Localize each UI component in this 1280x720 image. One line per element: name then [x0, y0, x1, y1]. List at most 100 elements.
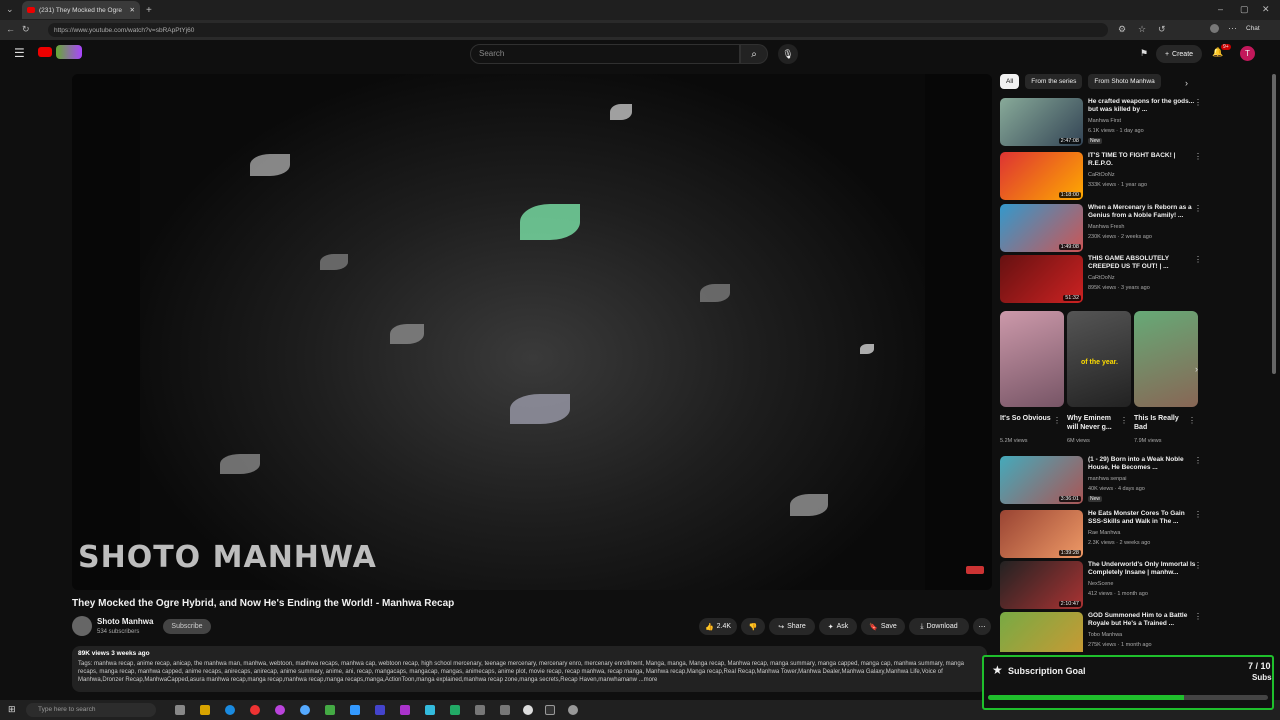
more-vertical-icon[interactable]: ⋮ [1194, 510, 1202, 519]
doodle-logo-icon[interactable] [56, 45, 82, 59]
short-thumbnail[interactable] [1134, 311, 1198, 407]
rec-meta: 6.1K views · 1 day ago [1088, 128, 1144, 134]
share-button[interactable]: ↪ Share [769, 618, 815, 635]
recommendation-item[interactable]: 2:47:08 He crafted weapons for the gods.… [1000, 98, 1210, 148]
profile-icon[interactable] [1210, 24, 1219, 33]
download-button[interactable]: ⤓ Download [909, 618, 969, 635]
chip-from-series[interactable]: From the series [1025, 74, 1083, 89]
rec-title: When a Mercenary is Reborn as a Genius f… [1088, 204, 1192, 220]
recommendation-item[interactable]: 2:10:47 The Underworld's Only Immortal I… [1000, 561, 1210, 611]
history-icon[interactable]: ↺ [1158, 24, 1166, 35]
more-vertical-icon[interactable]: ⋮ [1194, 98, 1202, 107]
app-icon[interactable] [523, 705, 533, 715]
youtube-logo-icon[interactable] [38, 47, 52, 57]
minimize-icon[interactable]: – [1218, 4, 1223, 14]
taskbar-search-input[interactable]: Type here to search [26, 703, 156, 717]
more-vertical-icon[interactable]: ⋮ [1120, 416, 1128, 425]
dislike-button[interactable]: 👎 [741, 618, 765, 635]
channel-brand-icon [966, 566, 984, 574]
chevron-right-icon[interactable]: › [1185, 78, 1188, 88]
recommendation-item[interactable]: GOD Summoned Him to a Battle Royale but … [1000, 612, 1210, 652]
star-icon: ★ [992, 663, 1003, 677]
extension-icon[interactable]: ⚙ [1118, 24, 1126, 35]
tab-menu-icon[interactable]: ⌄ [6, 4, 14, 15]
app-icon[interactable] [350, 705, 360, 715]
edge-browser-icon[interactable] [225, 705, 235, 715]
video-player[interactable] [72, 74, 992, 590]
description-tags: Tags: manhwa recap, anime recap, anicap,… [78, 660, 965, 683]
hamburger-menu-icon[interactable]: ☰ [14, 46, 25, 60]
like-button[interactable]: 👍 2.4K [699, 618, 737, 635]
recommendation-item[interactable]: 1:49:08 When a Mercenary is Reborn as a … [1000, 204, 1210, 254]
duration-badge: 2:47:08 [1058, 138, 1081, 144]
video-thumbnail: 1:18:00 [1000, 152, 1083, 200]
voice-search-button[interactable]: 🎙 [778, 44, 798, 64]
more-vertical-icon[interactable]: ⋮ [1194, 456, 1202, 465]
reload-icon[interactable]: ↻ [22, 24, 30, 35]
more-vertical-icon[interactable]: ⋮ [1194, 561, 1202, 570]
search-button[interactable]: ⌕ [740, 44, 768, 64]
more-icon[interactable]: ⋯ [1228, 23, 1237, 34]
back-icon[interactable]: ← [6, 24, 15, 34]
chat-button[interactable]: Chat [1246, 25, 1260, 32]
more-vertical-icon[interactable]: ⋮ [1194, 152, 1202, 161]
app-icon[interactable] [275, 705, 285, 715]
app-icon[interactable] [450, 705, 460, 715]
chip-all[interactable]: All [1000, 74, 1020, 89]
app-icon[interactable] [250, 705, 260, 715]
short-thumbnail[interactable] [1000, 311, 1064, 407]
create-button[interactable]: + Create [1156, 45, 1202, 63]
cast-icon[interactable]: ⚑ [1140, 48, 1148, 59]
save-button[interactable]: 🔖 Save [861, 618, 905, 635]
channel-avatar[interactable] [72, 616, 92, 636]
more-vertical-icon[interactable]: ⋮ [1188, 416, 1196, 425]
file-explorer-icon[interactable] [200, 705, 210, 715]
search-input[interactable]: Search [470, 44, 740, 64]
ask-button[interactable]: ✦ Ask [819, 618, 857, 635]
short-thumbnail[interactable]: of the year. [1067, 311, 1131, 407]
rec-title: IT'S TIME TO FIGHT BACK! | R.E.P.O. [1088, 152, 1176, 168]
windows-start-icon[interactable]: ⊞ [8, 704, 16, 715]
more-vertical-icon[interactable]: ⋮ [1194, 204, 1202, 213]
app-icon[interactable] [300, 705, 310, 715]
new-tab-icon[interactable]: + [146, 5, 152, 16]
chip-from-channel[interactable]: From Shoto Manhwa [1088, 74, 1161, 89]
search-icon: ⌕ [751, 48, 757, 60]
browser-tab[interactable]: (231) They Mocked the Ogre ✕ [22, 1, 140, 19]
favorites-icon[interactable]: ☆ [1138, 24, 1146, 35]
rec-meta: 412 views · 1 month ago [1088, 591, 1148, 597]
close-window-icon[interactable]: ✕ [1262, 4, 1270, 15]
description-box[interactable]: 89K views 3 weeks ago Tags: manhwa recap… [72, 646, 987, 692]
channel-name[interactable]: Shoto Manhwa [97, 617, 153, 626]
duration-badge: 1:49:08 [1058, 244, 1081, 250]
rec-title: The Underworld's Only Immortal Is Comple… [1088, 561, 1196, 577]
more-vertical-icon[interactable]: ⋮ [1053, 416, 1061, 425]
more-vertical-icon[interactable]: ⋮ [1194, 255, 1202, 264]
app-icon[interactable] [500, 705, 510, 715]
maximize-icon[interactable]: ▢ [1240, 4, 1249, 15]
task-view-icon[interactable] [175, 705, 185, 715]
shorts-next-icon[interactable]: › [1195, 364, 1198, 374]
app-icon[interactable] [475, 705, 485, 715]
app-icon[interactable] [545, 705, 555, 715]
page-scrollbar[interactable] [1272, 74, 1276, 374]
sparkle-icon: ✦ [827, 623, 834, 631]
more-actions-button[interactable]: ⋯ [973, 618, 991, 635]
app-icon[interactable] [325, 705, 335, 715]
video-title: They Mocked the Ogre Hybrid, and Now He'… [72, 598, 455, 609]
recommendation-item[interactable]: 51:32 THIS GAME ABSOLUTELY CREEPED US TF… [1000, 255, 1210, 305]
recommendation-item[interactable]: 1:39:28 He Eats Monster Cores To Gain SS… [1000, 510, 1210, 560]
subscription-goal-widget: ★ Subscription Goal 7 / 10 Subs [982, 655, 1274, 710]
avatar[interactable]: T [1240, 46, 1255, 61]
app-icon[interactable] [425, 705, 435, 715]
subscribe-button[interactable]: Subscribe [163, 619, 211, 634]
url-field[interactable]: https://www.youtube.com/watch?v=sbRApPtY… [48, 23, 1108, 37]
app-icon[interactable] [400, 705, 410, 715]
more-vertical-icon[interactable]: ⋮ [1194, 612, 1202, 621]
settings-gear-icon[interactable] [568, 705, 578, 715]
recommendation-item[interactable]: 3:36:01 (1 - 29) Born into a Weak Noble … [1000, 456, 1210, 506]
rec-channel: Rae Manhwa [1088, 530, 1121, 536]
recommendation-item[interactable]: 1:18:00 IT'S TIME TO FIGHT BACK! | R.E.P… [1000, 152, 1210, 202]
app-icon[interactable] [375, 705, 385, 715]
close-tab-icon[interactable]: ✕ [130, 6, 135, 14]
